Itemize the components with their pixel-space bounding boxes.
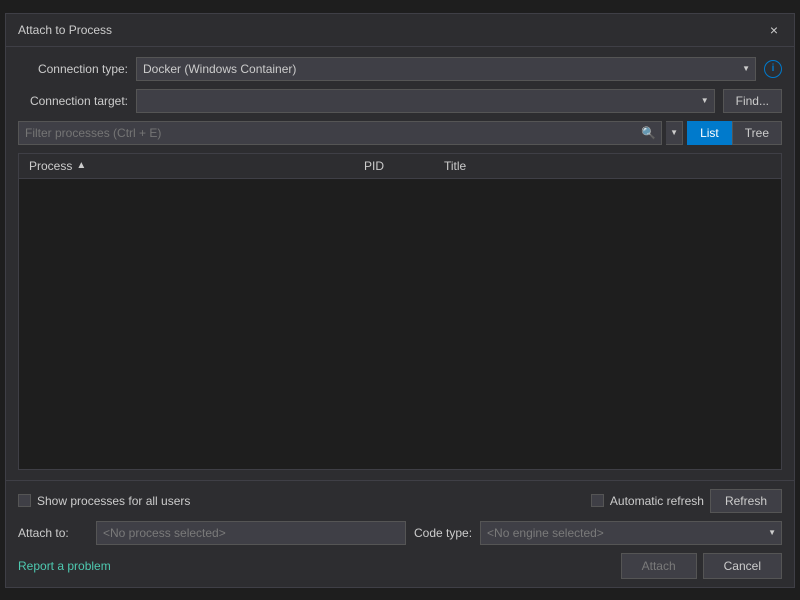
table-body[interactable]: [19, 179, 781, 469]
bottom-section: Show processes for all users Automatic r…: [6, 480, 794, 587]
title-bar: Attach to Process ×: [6, 14, 794, 47]
report-problem-link[interactable]: Report a problem: [18, 559, 111, 573]
info-icon[interactable]: i: [764, 60, 782, 78]
close-button[interactable]: ×: [766, 22, 782, 38]
connection-target-dropdown-wrapper: ▼: [136, 89, 715, 113]
cancel-button[interactable]: Cancel: [703, 553, 782, 579]
title-column-header: Title: [440, 157, 775, 175]
filter-row: 🔍 ▼ List Tree: [18, 121, 782, 145]
dialog-title: Attach to Process: [18, 23, 112, 37]
connection-target-label: Connection target:: [18, 94, 128, 108]
find-button[interactable]: Find...: [723, 89, 782, 113]
table-header: Process ▲ PID Title: [19, 154, 781, 179]
search-dropdown-button[interactable]: ▼: [666, 121, 683, 145]
auto-refresh-checkbox-wrapper[interactable]: Automatic refresh: [591, 494, 704, 508]
auto-refresh-label: Automatic refresh: [610, 494, 704, 508]
attach-to-label: Attach to:: [18, 526, 88, 540]
attach-to-process-dialog: Attach to Process × Connection type: Doc…: [5, 13, 795, 588]
view-toggle: List Tree: [687, 121, 782, 145]
connection-type-select[interactable]: Docker (Windows Container): [136, 57, 756, 81]
pid-column-header: PID: [360, 157, 440, 175]
connection-type-dropdown-wrapper: Docker (Windows Container) ▼: [136, 57, 756, 81]
auto-refresh-group: Automatic refresh Refresh: [591, 489, 782, 513]
show-all-users-checkbox-wrapper[interactable]: Show processes for all users: [18, 494, 190, 508]
filter-input-wrapper: 🔍: [18, 121, 662, 145]
process-column-header: Process ▲: [25, 157, 360, 175]
refresh-button[interactable]: Refresh: [710, 489, 782, 513]
filter-input[interactable]: [18, 121, 662, 145]
action-buttons: Attach Cancel: [621, 553, 782, 579]
code-type-select[interactable]: <No engine selected>: [480, 521, 782, 545]
connection-target-row: Connection target: ▼ Find...: [18, 89, 782, 113]
bottom-row1: Show processes for all users Automatic r…: [18, 489, 782, 513]
connection-target-select[interactable]: [136, 89, 715, 113]
connection-type-row: Connection type: Docker (Windows Contain…: [18, 57, 782, 81]
list-view-button[interactable]: List: [687, 121, 732, 145]
dialog-content: Connection type: Docker (Windows Contain…: [6, 47, 794, 480]
show-all-users-checkbox[interactable]: [18, 494, 31, 507]
bottom-row3: Report a problem Attach Cancel: [18, 553, 782, 579]
show-all-users-label: Show processes for all users: [37, 494, 190, 508]
code-type-label: Code type:: [414, 526, 472, 540]
auto-refresh-checkbox[interactable]: [591, 494, 604, 507]
attach-button[interactable]: Attach: [621, 553, 697, 579]
sort-arrow-icon: ▲: [76, 160, 86, 171]
process-table: Process ▲ PID Title: [18, 153, 782, 470]
bottom-row2: Attach to: Code type: <No engine selecte…: [18, 521, 782, 545]
connection-type-label: Connection type:: [18, 62, 128, 76]
attach-to-value: [96, 521, 406, 545]
tree-view-button[interactable]: Tree: [732, 121, 782, 145]
code-type-dropdown-wrapper: <No engine selected> ▼: [480, 521, 782, 545]
